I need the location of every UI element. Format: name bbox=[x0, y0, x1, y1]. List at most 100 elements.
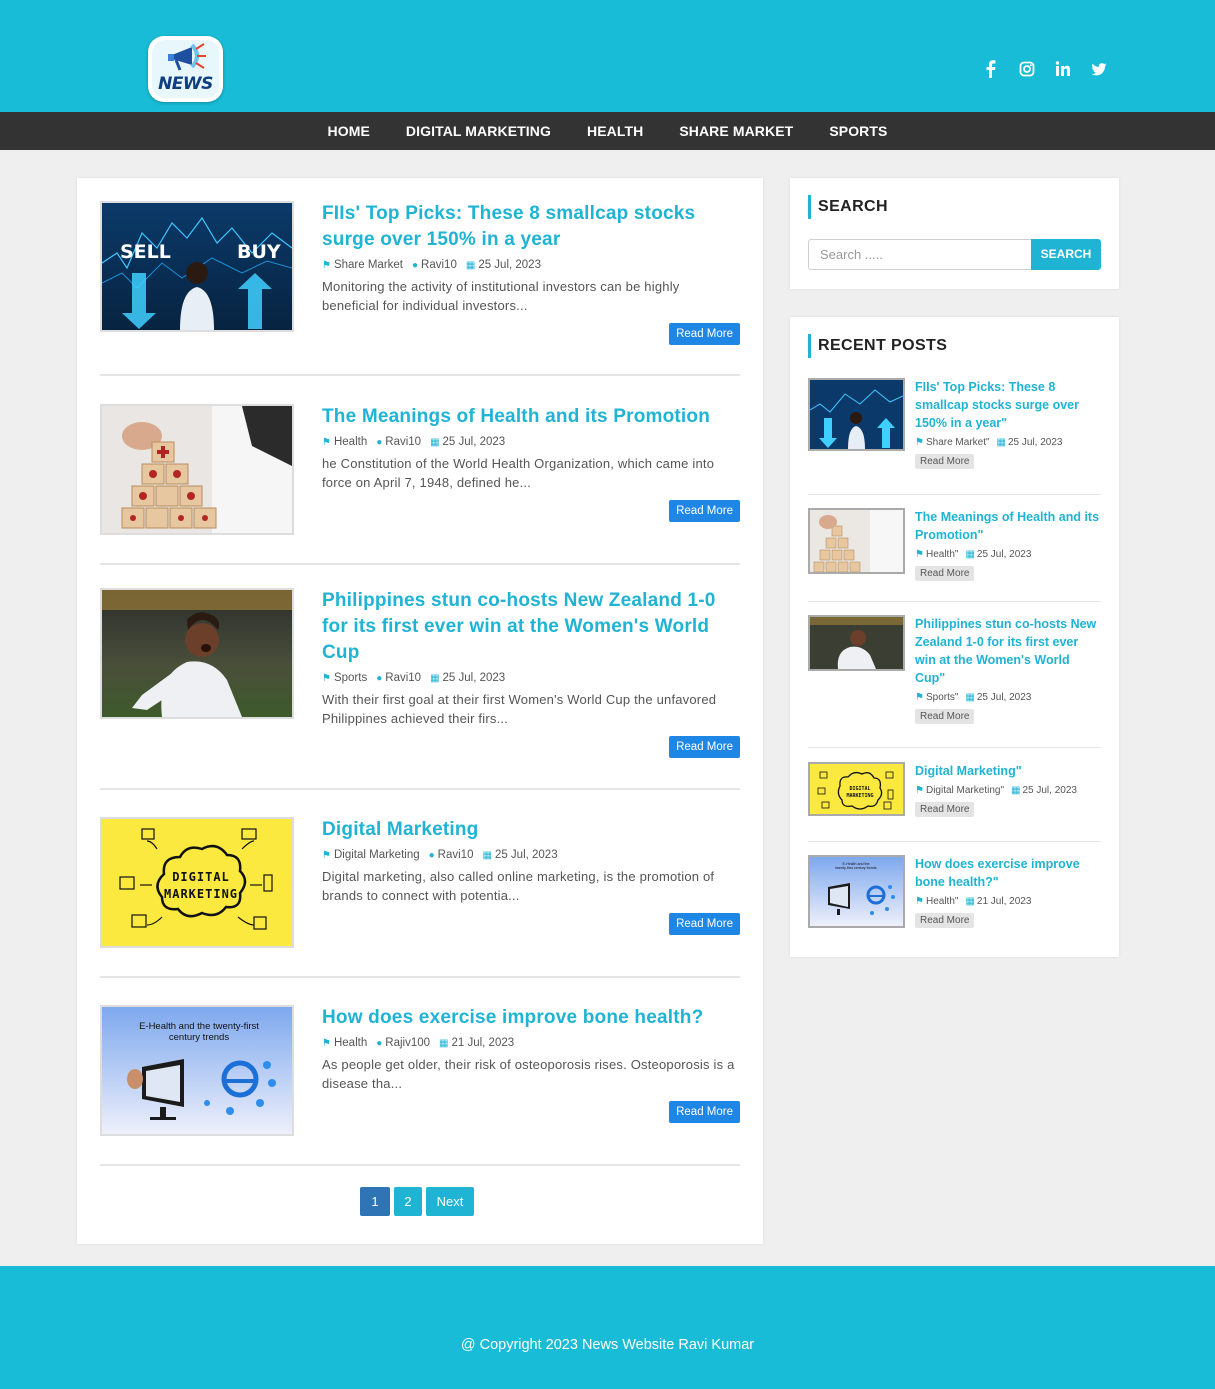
post-title[interactable]: Digital Marketing bbox=[322, 817, 740, 843]
post-meta: ⚑ Share Market ● Ravi10 ▦ 25 Jul, 2023 bbox=[322, 259, 740, 271]
search-button[interactable]: SEARCH bbox=[1031, 239, 1101, 270]
post-title[interactable]: Philippines stun co-hosts New Zealand 1-… bbox=[322, 588, 740, 666]
post-author: Ravi10 bbox=[421, 259, 457, 271]
read-more-button[interactable]: Read More bbox=[669, 323, 740, 345]
post-thumbnail[interactable]: DIGITAL MARKETING bbox=[100, 817, 294, 948]
recent-post-thumbnail[interactable] bbox=[808, 378, 905, 451]
tag-icon: ⚑ bbox=[915, 692, 924, 703]
post-thumbnail[interactable] bbox=[100, 404, 294, 535]
read-more-button[interactable]: Read More bbox=[669, 913, 740, 935]
post-excerpt: Digital marketing, also called online ma… bbox=[322, 869, 715, 903]
calendar-icon: ▦ bbox=[965, 896, 975, 907]
post-thumbnail[interactable] bbox=[100, 588, 294, 719]
post-title[interactable]: The Meanings of Health and its Promotion bbox=[322, 404, 740, 430]
linkedin-icon[interactable] bbox=[1055, 60, 1071, 78]
calendar-icon: ▦ bbox=[965, 549, 975, 560]
nav-share-market[interactable]: SHARE MARKET bbox=[661, 123, 811, 139]
post-date: 25 Jul, 2023 bbox=[442, 436, 506, 448]
nav-sports[interactable]: SPORTS bbox=[811, 123, 905, 139]
post-category[interactable]: Health bbox=[334, 1037, 367, 1049]
post-category[interactable]: Digital Marketing bbox=[334, 849, 420, 861]
post-category[interactable]: Share Market bbox=[334, 259, 403, 271]
recent-post-date: 25 Jul, 2023 bbox=[976, 692, 1032, 703]
recent-post-item: The Meanings of Health and its Promotion… bbox=[808, 508, 1101, 583]
post-excerpt: he Constitution of the World Health Orga… bbox=[322, 456, 715, 490]
main-nav: HOME DIGITAL MARKETING HEALTH SHARE MARK… bbox=[0, 112, 1215, 150]
post-body: How does exercise improve bone health? ⚑… bbox=[322, 1005, 740, 1123]
instagram-icon[interactable] bbox=[1019, 60, 1035, 78]
footer: @ Copyright 2023 News Website Ravi Kumar bbox=[0, 1266, 1215, 1389]
recent-post-category[interactable]: Sports" bbox=[926, 692, 958, 703]
post-item: Philippines stun co-hosts New Zealand 1-… bbox=[100, 588, 740, 758]
nav-digital-marketing[interactable]: DIGITAL MARKETING bbox=[388, 123, 569, 139]
nav-health[interactable]: HEALTH bbox=[569, 123, 661, 139]
user-icon: ● bbox=[376, 1038, 383, 1049]
recent-read-more-button[interactable]: Read More bbox=[915, 709, 975, 724]
recent-post-date: 21 Jul, 2023 bbox=[976, 896, 1032, 907]
post-author: Ravi10 bbox=[385, 672, 422, 684]
post-thumbnail[interactable]: SELL BUY bbox=[100, 201, 294, 332]
calendar-icon: ▦ bbox=[430, 437, 440, 448]
post-meta: ⚑ Sports ● Ravi10 ▦ 25 Jul, 2023 bbox=[322, 672, 740, 684]
logo-text: NEWS bbox=[158, 74, 213, 94]
recent-read-more-button[interactable]: Read More bbox=[915, 566, 975, 581]
nav-home[interactable]: HOME bbox=[310, 123, 388, 139]
post-body: Philippines stun co-hosts New Zealand 1-… bbox=[322, 588, 740, 758]
recent-post-category[interactable]: Digital Marketing" bbox=[926, 785, 1004, 796]
recent-read-more-button[interactable]: Read More bbox=[915, 454, 975, 469]
search-input[interactable]: Search ..... bbox=[808, 239, 1032, 270]
recent-read-more-button[interactable]: Read More bbox=[915, 913, 975, 928]
pagination: 1 2 Next bbox=[360, 1187, 474, 1216]
recent-posts-widget: RECENT POSTS FIIs' Top Picks: These 8 sm… bbox=[790, 317, 1119, 957]
recent-post-title[interactable]: Digital Marketing" bbox=[915, 762, 1101, 780]
post-title[interactable]: FIIs' Top Picks: These 8 smallcap stocks… bbox=[322, 201, 740, 253]
post-thumbnail[interactable]: E-Health and the twenty-first century tr… bbox=[100, 1005, 294, 1136]
recent-post-thumbnail[interactable]: E-Health and the twenty-first century tre… bbox=[808, 855, 905, 928]
read-more-button[interactable]: Read More bbox=[669, 736, 740, 758]
user-icon: ● bbox=[376, 437, 383, 448]
read-more-button[interactable]: Read More bbox=[669, 1101, 740, 1123]
post-divider bbox=[100, 563, 740, 565]
recent-post-title[interactable]: The Meanings of Health and its Promotion… bbox=[915, 508, 1101, 544]
recent-post-category[interactable]: Share Market" bbox=[926, 437, 990, 448]
recent-post-item: DIGITAL MARKETING Digital Marketing" ⚑ Dig… bbox=[808, 762, 1101, 832]
recent-post-category[interactable]: Health" bbox=[926, 896, 958, 907]
user-icon: ● bbox=[428, 850, 435, 861]
post-body: Digital Marketing ⚑ Digital Marketing ● Ra… bbox=[322, 817, 740, 935]
recent-post-title[interactable]: Philippines stun co-hosts New Zealand 1-… bbox=[915, 615, 1101, 687]
recent-post-title[interactable]: How does exercise improve bone health?" bbox=[915, 855, 1101, 891]
read-more-button[interactable]: Read More bbox=[669, 500, 740, 522]
recent-post-thumbnail[interactable] bbox=[808, 508, 905, 574]
svg-text:twenty-first century trends: twenty-first century trends bbox=[835, 866, 876, 870]
post-category[interactable]: Health bbox=[334, 436, 367, 448]
recent-post-item: FIIs' Top Picks: These 8 smallcap stocks… bbox=[808, 378, 1101, 483]
recent-post-thumbnail[interactable]: DIGITAL MARKETING bbox=[808, 762, 905, 816]
post-divider bbox=[100, 788, 740, 790]
post-divider bbox=[100, 1164, 740, 1166]
tag-icon: ⚑ bbox=[915, 785, 924, 796]
copyright-text: @ Copyright 2023 News Website Ravi Kumar bbox=[460, 1337, 755, 1353]
post-body: FIIs' Top Picks: These 8 smallcap stocks… bbox=[322, 201, 740, 345]
recent-divider bbox=[808, 747, 1101, 748]
post-title[interactable]: How does exercise improve bone health? bbox=[322, 1005, 740, 1031]
twitter-icon[interactable] bbox=[1091, 60, 1107, 78]
recent-post-category[interactable]: Health" bbox=[926, 549, 958, 560]
post-date: 25 Jul, 2023 bbox=[494, 849, 558, 861]
facebook-icon[interactable] bbox=[983, 60, 999, 78]
calendar-icon: ▦ bbox=[1011, 785, 1021, 796]
buy-label: BUY bbox=[237, 241, 281, 263]
search-widget-title: SEARCH bbox=[808, 195, 888, 219]
page-2-button[interactable]: 2 bbox=[394, 1187, 422, 1216]
page-1-button[interactable]: 1 bbox=[360, 1187, 390, 1216]
recent-post-thumbnail[interactable] bbox=[808, 615, 905, 671]
recent-post-item: Philippines stun co-hosts New Zealand 1-… bbox=[808, 615, 1101, 735]
post-category[interactable]: Sports bbox=[334, 672, 367, 684]
recent-post-title[interactable]: FIIs' Top Picks: These 8 smallcap stocks… bbox=[915, 378, 1101, 432]
tag-icon: ⚑ bbox=[915, 896, 924, 907]
next-page-button[interactable]: Next bbox=[426, 1187, 474, 1216]
recent-read-more-button[interactable]: Read More bbox=[915, 802, 975, 817]
svg-text:MARKETING: MARKETING bbox=[846, 793, 873, 799]
recent-post-date: 25 Jul, 2023 bbox=[1008, 437, 1063, 448]
site-logo[interactable]: NEWS bbox=[148, 36, 223, 102]
post-divider bbox=[100, 374, 740, 376]
